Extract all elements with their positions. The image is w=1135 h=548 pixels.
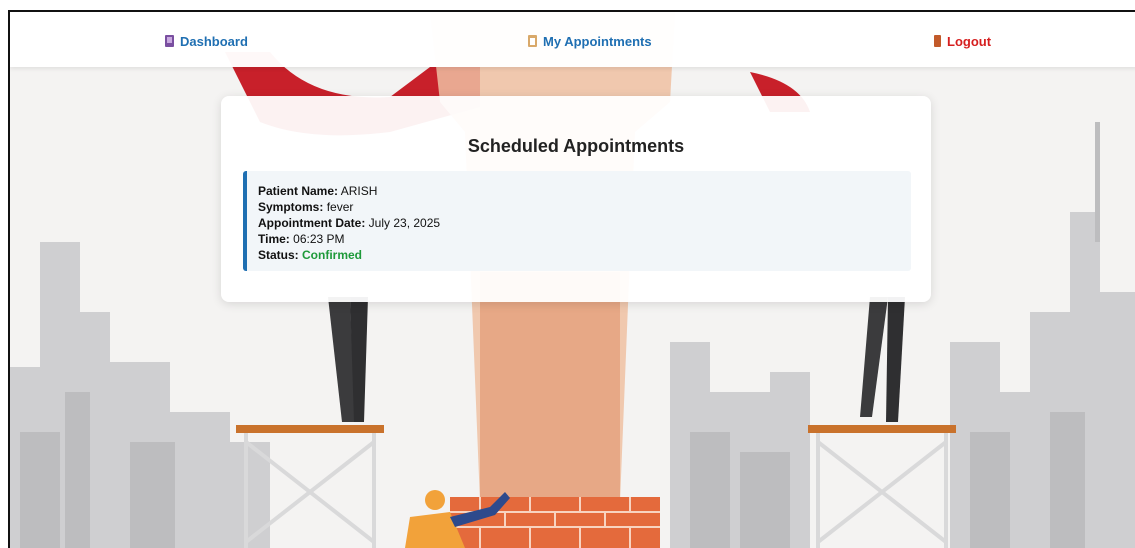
appointment-item: Patient Name: ARISH Symptoms: fever Appo… [243,171,911,271]
nav-dashboard-label: Dashboard [180,33,248,49]
time-label: Time: [258,232,290,246]
symptoms-value: fever [326,200,354,214]
appointment-date-label: Appointment Date: [258,216,366,230]
clipboard-icon [528,35,537,47]
nav-logout-link[interactable]: Logout [934,31,991,51]
appointment-date-value: July 23, 2025 [368,216,441,230]
time-row: Time: 06:23 PM [258,231,440,247]
symptoms-row: Symptoms: fever [258,199,440,215]
status-badge: Confirmed [302,248,363,262]
nav-my-appointments-link[interactable]: My Appointments [528,31,652,51]
status-row: Status: Confirmed [258,247,440,263]
appointment-date-row: Appointment Date: July 23, 2025 [258,215,440,231]
top-navbar: Dashboard My Appointments Logout [10,12,1135,67]
patient-name-label: Patient Name: [258,184,339,198]
page-title: Scheduled Appointments [467,136,685,156]
nav-logout-label: Logout [947,33,992,49]
status-label: Status: [258,248,299,262]
patient-name-row: Patient Name: ARISH [258,183,440,199]
book-icon [165,35,174,47]
appointments-card: Scheduled Appointments Patient Name: ARI… [221,96,931,302]
door-icon [934,35,941,47]
browser-viewport: Dashboard My Appointments Logout Schedul… [8,10,1135,548]
nav-my-appointments-label: My Appointments [543,33,652,49]
time-value: 06:23 PM [293,232,345,246]
patient-name-value: ARISH [340,184,378,198]
nav-dashboard-link[interactable]: Dashboard [165,31,248,51]
symptoms-label: Symptoms: [258,200,324,214]
